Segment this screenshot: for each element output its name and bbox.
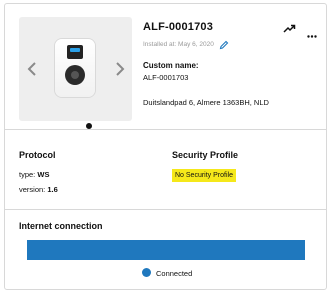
protocol-version: version: 1.6	[19, 185, 58, 194]
installed-date: Installed at: May 6, 2020	[143, 41, 214, 48]
image-carousel	[19, 17, 132, 129]
protocol-type-value: WS	[37, 170, 50, 179]
security-profile-badge: No Security Profile	[172, 169, 236, 182]
charger-id-title: ALF-0001703	[143, 21, 214, 33]
address: Duitslandpad 6, Almere 1363BH, NLD	[143, 98, 269, 107]
custom-name-label: Custom name:	[143, 61, 199, 70]
connected-legend-label: Connected	[156, 269, 193, 278]
internet-connection-heading: Internet connection	[19, 221, 103, 231]
charger-card: ALF-0001703 Installed at: May 6, 2020 Cu…	[4, 3, 327, 290]
protocol-type: type: WS	[19, 170, 49, 179]
protocol-version-label: version:	[19, 185, 46, 194]
charger-image	[55, 39, 95, 97]
trending-up-icon[interactable]	[283, 21, 296, 33]
divider	[5, 209, 326, 210]
connected-legend-dot	[142, 268, 151, 277]
protocol-type-label: type:	[19, 170, 36, 179]
custom-name-value: ALF-0001703	[143, 73, 189, 82]
protocol-version-value: 1.6	[47, 185, 58, 194]
divider	[5, 129, 326, 130]
pencil-icon[interactable]	[219, 37, 229, 50]
chevron-left-icon[interactable]	[26, 61, 38, 77]
more-horizontal-icon[interactable]	[307, 25, 317, 38]
chevron-right-icon[interactable]	[114, 61, 126, 77]
security-profile-heading: Security Profile	[172, 150, 239, 160]
connection-status-bar	[27, 240, 305, 260]
protocol-heading: Protocol	[19, 150, 56, 160]
